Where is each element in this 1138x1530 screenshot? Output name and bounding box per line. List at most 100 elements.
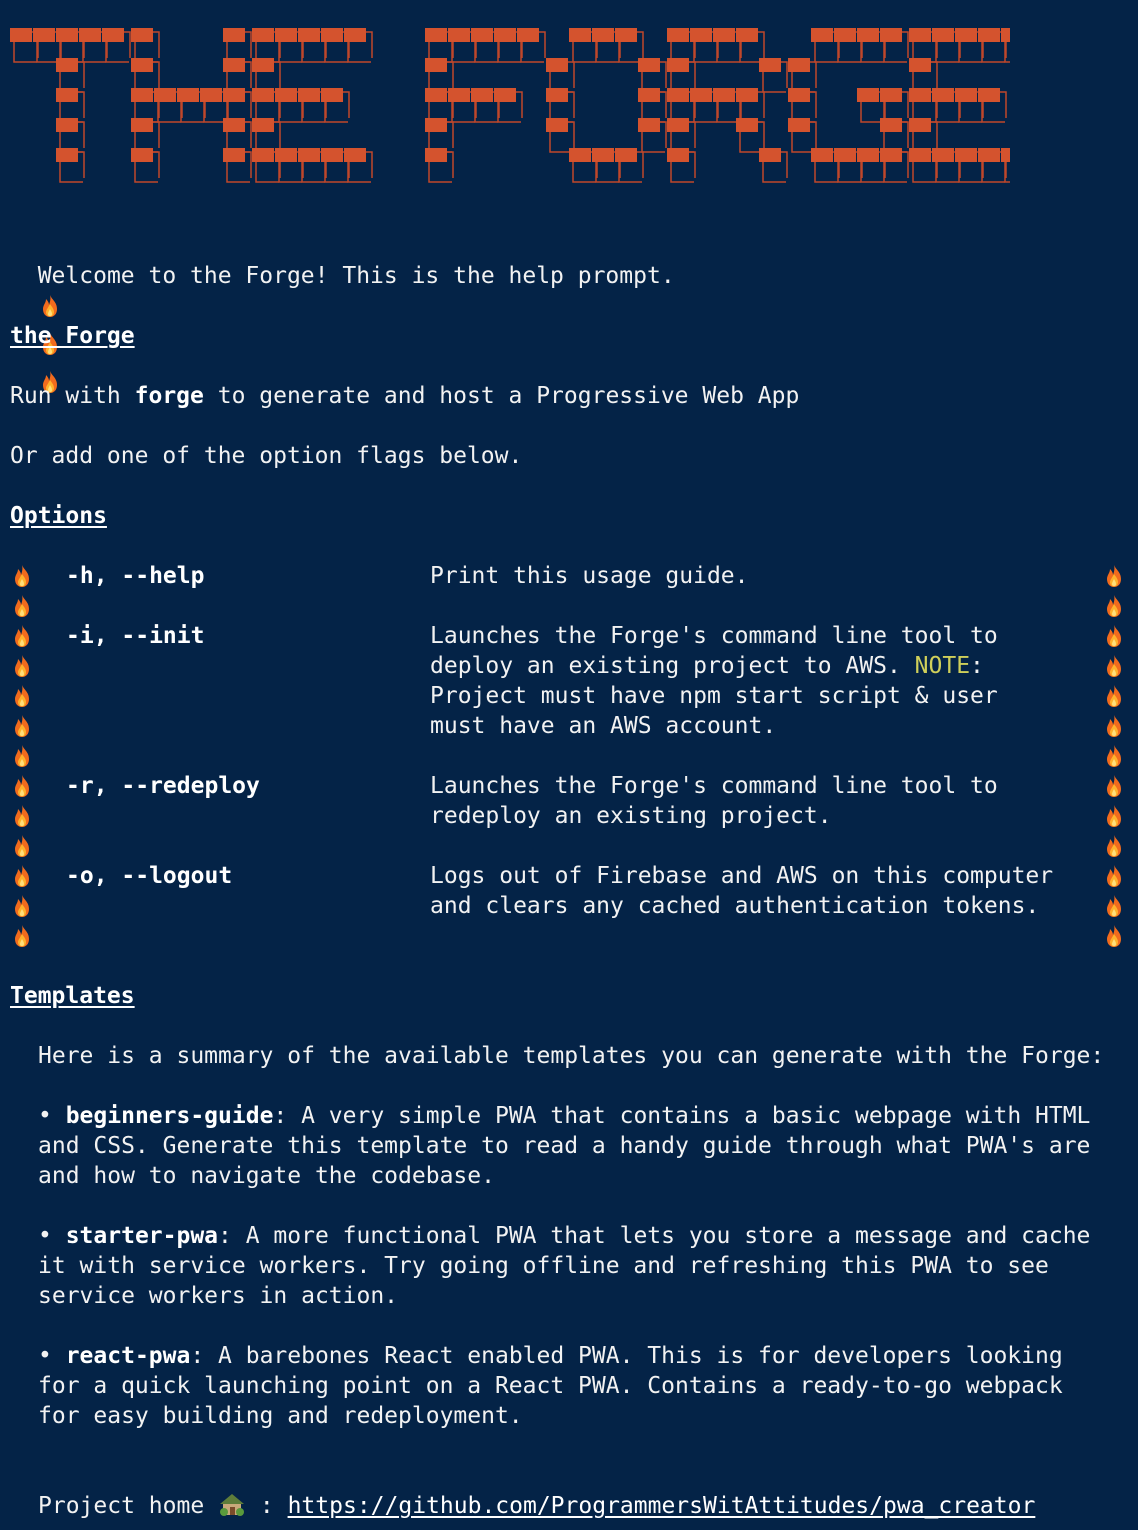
banner-block bbox=[880, 148, 902, 162]
project-home-link[interactable]: https://github.com/ProgrammersWitAttitud… bbox=[288, 1493, 1036, 1519]
banner-block bbox=[425, 58, 447, 72]
banner-block bbox=[736, 28, 758, 42]
fire-icon bbox=[1102, 831, 1128, 861]
banner-block bbox=[494, 28, 516, 42]
banner-block bbox=[298, 88, 320, 102]
template-desc: : A very simple PWA that contains a basi… bbox=[273, 1103, 1091, 1129]
fire-icon bbox=[10, 831, 36, 861]
separator: : bbox=[246, 1493, 288, 1519]
banner-block bbox=[252, 148, 274, 162]
banner-block bbox=[909, 118, 931, 132]
banner-block bbox=[56, 88, 78, 102]
template-item-beginners-guide: • beginners-guide: A very simple PWA tha… bbox=[38, 1101, 1090, 1131]
banner-block bbox=[788, 118, 810, 132]
banner-block bbox=[131, 118, 153, 132]
banner-block bbox=[667, 58, 689, 72]
fire-icon bbox=[1102, 921, 1128, 951]
template-name: react-pwa bbox=[65, 1343, 191, 1369]
fire-icon bbox=[1102, 801, 1128, 831]
fire-icon bbox=[1102, 771, 1128, 801]
banner-block bbox=[615, 148, 637, 162]
bullet: • bbox=[38, 1343, 66, 1369]
banner-block bbox=[932, 148, 954, 162]
banner-block bbox=[546, 88, 568, 102]
banner-block bbox=[252, 28, 274, 42]
or-line: Or add one of the option flags below. bbox=[10, 443, 523, 469]
banner-block bbox=[275, 148, 297, 162]
project-home-line: Project home : https://github.com/Progra… bbox=[38, 1491, 1035, 1521]
banner-block bbox=[252, 88, 274, 102]
fire-icon bbox=[1102, 681, 1128, 711]
option-flag-redeploy: -r, --redeploy bbox=[66, 773, 260, 799]
banner-block bbox=[978, 148, 1000, 162]
banner-block bbox=[857, 28, 879, 42]
banner-block bbox=[344, 148, 366, 162]
fire-icon bbox=[10, 771, 36, 801]
banner-block bbox=[425, 148, 447, 162]
banner-block bbox=[546, 58, 568, 72]
fire-icon bbox=[10, 651, 36, 681]
template-item-starter-pwa: • starter-pwa: A more functional PWA tha… bbox=[38, 1221, 1090, 1251]
banner-block bbox=[425, 28, 447, 42]
run-line: Run with forge to generate and host a Pr… bbox=[10, 381, 799, 411]
banner-block bbox=[298, 148, 320, 162]
banner-block bbox=[713, 88, 735, 102]
welcome-line: Welcome to the Forge! This is the help p… bbox=[10, 231, 675, 405]
bullet: • bbox=[38, 1223, 66, 1249]
note-colon: : bbox=[970, 653, 984, 679]
fire-icon bbox=[10, 861, 36, 891]
banner-block bbox=[955, 148, 977, 162]
fire-icon bbox=[10, 711, 36, 741]
banner-block bbox=[955, 88, 977, 102]
banner-block bbox=[569, 28, 591, 42]
house-icon bbox=[220, 1494, 245, 1516]
banner-block bbox=[200, 88, 222, 102]
banner-block bbox=[131, 88, 153, 102]
banner-block bbox=[517, 28, 539, 42]
fire-icon bbox=[10, 591, 36, 621]
option-flag-logout: -o, --logout bbox=[66, 863, 233, 889]
banner-block bbox=[592, 148, 614, 162]
run-prefix: Run with bbox=[10, 383, 135, 409]
banner-block bbox=[33, 28, 55, 42]
banner-block bbox=[638, 118, 660, 132]
note-label: NOTE bbox=[914, 653, 971, 679]
banner-block bbox=[494, 88, 516, 102]
banner-block bbox=[638, 88, 660, 102]
banner-block bbox=[131, 58, 153, 72]
banner-block bbox=[834, 148, 856, 162]
banner-block bbox=[177, 88, 199, 102]
banner-block bbox=[223, 28, 245, 42]
fire-icon bbox=[10, 741, 36, 771]
banner-block bbox=[448, 28, 470, 42]
banner-block bbox=[909, 88, 931, 102]
banner-block bbox=[56, 58, 78, 72]
banner-block bbox=[759, 148, 781, 162]
banner-block bbox=[857, 148, 879, 162]
fire-icon bbox=[1102, 891, 1128, 921]
banner-block bbox=[667, 148, 689, 162]
banner-block bbox=[788, 88, 810, 102]
banner-block bbox=[223, 88, 245, 102]
fire-icon bbox=[10, 621, 36, 651]
template-desc-line: service workers in action. bbox=[38, 1283, 399, 1309]
banner-block bbox=[471, 28, 493, 42]
section-heading-templates: Templates bbox=[10, 983, 135, 1009]
banner-block bbox=[131, 28, 153, 42]
banner-block bbox=[344, 28, 366, 42]
banner-block bbox=[425, 118, 447, 132]
init-line-text: deploy an existing project to AWS. bbox=[430, 653, 915, 679]
template-name: beginners-guide bbox=[65, 1103, 274, 1129]
banner-block bbox=[1001, 148, 1010, 162]
project-home-label: Project home bbox=[38, 1493, 205, 1519]
option-flag-help: -h, --help bbox=[66, 563, 205, 589]
fire-gutter-left bbox=[10, 561, 40, 951]
banner-block bbox=[223, 58, 245, 72]
option-desc-redeploy-line: redeploy an existing project. bbox=[430, 803, 832, 829]
templates-intro: Here is a summary of the available templ… bbox=[38, 1043, 1105, 1069]
fire-icon bbox=[10, 801, 36, 831]
banner-block bbox=[448, 88, 470, 102]
banner-block bbox=[56, 148, 78, 162]
section-heading-the-forge: the Forge bbox=[10, 323, 135, 349]
banner-block bbox=[10, 28, 32, 42]
